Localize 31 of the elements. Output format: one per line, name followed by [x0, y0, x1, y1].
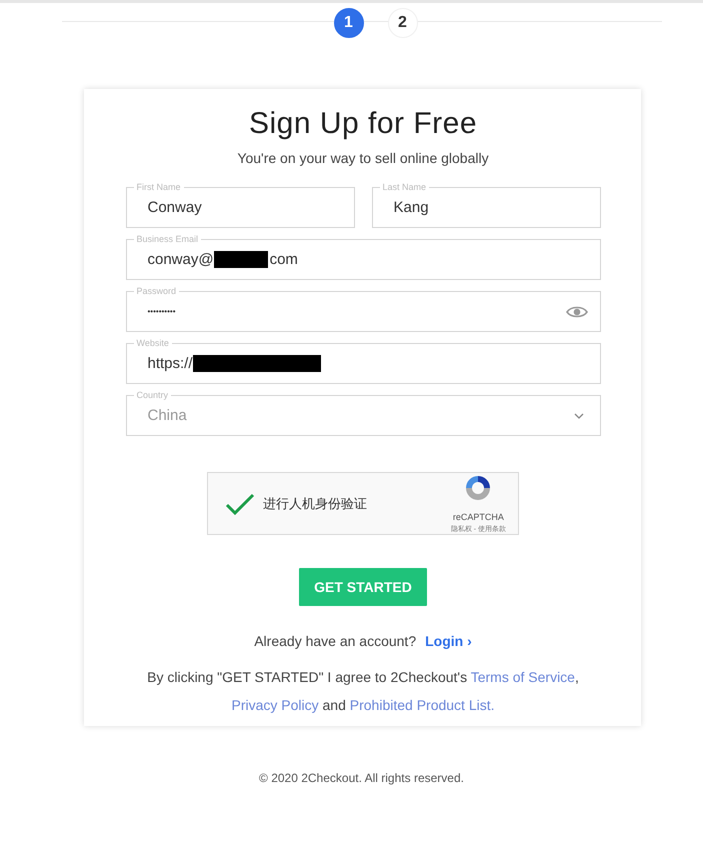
- form-title: Sign Up for Free: [248, 107, 478, 141]
- field-label: Password: [134, 285, 180, 297]
- login-prompt: Already have an account?: [254, 633, 416, 649]
- captcha-label: 进行人机身份验证: [263, 494, 367, 512]
- login-link[interactable]: Login ›: [425, 633, 472, 649]
- terms-link[interactable]: Privacy Policy: [231, 697, 319, 713]
- field-label: Website: [134, 337, 172, 349]
- field-value: conway@: [148, 251, 214, 268]
- terms-link[interactable]: Prohibited Product List.: [350, 697, 495, 713]
- terms-link[interactable]: Terms of Service: [470, 669, 575, 685]
- eye-icon[interactable]: [566, 304, 588, 318]
- checkmark-icon[interactable]: [225, 492, 255, 516]
- field-value: https://: [148, 355, 193, 372]
- field-label: First Name: [134, 181, 184, 193]
- step-indicator[interactable]: 1: [334, 8, 364, 38]
- chevron-down-icon: [574, 412, 584, 418]
- field-value: ••••••••••: [148, 307, 176, 316]
- step-indicator[interactable]: 2: [388, 8, 418, 38]
- get-started-button[interactable]: GET STARTED: [299, 568, 427, 606]
- redaction-bar: [214, 251, 268, 268]
- field-value: Conway: [148, 199, 202, 216]
- terms-text: By clicking "GET STARTED" I agree to 2Checkout's Terms of Service, Privacy Policy and Prohibited Product List.: [146, 668, 580, 715]
- field-label: Business Email: [134, 233, 202, 245]
- form-subtitle: You're on your way to sell online globally: [237, 150, 489, 166]
- copyright-text: © 2020 2Checkout. All rights reserved.: [258, 771, 465, 785]
- field-label: Last Name: [380, 181, 430, 193]
- recaptcha-brand: reCAPTCHA: [452, 512, 504, 522]
- field-value: Kang: [394, 199, 429, 216]
- field-value: com: [270, 251, 298, 268]
- field-value: China: [148, 407, 187, 424]
- field-label: Country: [134, 389, 172, 401]
